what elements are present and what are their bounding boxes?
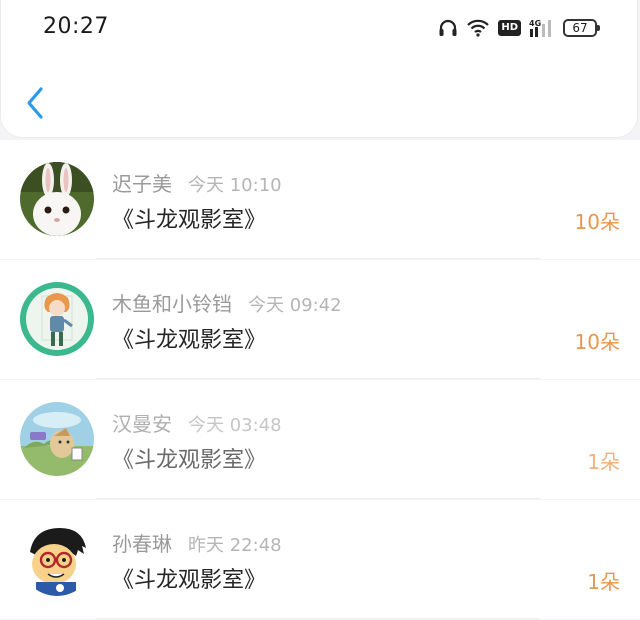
avatar[interactable] bbox=[20, 522, 94, 596]
sender-name: 孙春琳 昨天 22:48 bbox=[112, 532, 282, 556]
headphones-icon bbox=[438, 19, 458, 37]
list-item[interactable]: 汉曼安 今天 03:48 《斗龙观影室》 1朵 bbox=[0, 380, 640, 499]
gift-time: 今天 09:42 bbox=[248, 295, 342, 316]
gift-time: 今天 03:48 bbox=[188, 415, 282, 436]
gift-time: 今天 10:10 bbox=[188, 175, 282, 196]
hd-badge: HD bbox=[498, 20, 521, 36]
status-time: 20:27 bbox=[43, 14, 109, 39]
gift-amount: 10朵 bbox=[574, 210, 620, 234]
gift-title: 《斗龙观影室》 bbox=[112, 208, 267, 233]
glasses-character-avatar-icon bbox=[20, 522, 94, 596]
divider bbox=[96, 618, 540, 619]
gift-title: 《斗龙观影室》 bbox=[112, 328, 267, 353]
gift-time: 昨天 22:48 bbox=[188, 535, 282, 556]
top-bar: 20:27 HD 4G 67 bbox=[0, 0, 638, 138]
status-icons: HD 4G 67 bbox=[438, 14, 600, 42]
divider bbox=[96, 498, 540, 499]
cartoon-scene-avatar-icon bbox=[20, 402, 94, 476]
gift-amount: 1朵 bbox=[587, 450, 620, 474]
anime-girl-avatar-icon bbox=[20, 282, 94, 356]
back-button[interactable] bbox=[25, 86, 47, 120]
avatar[interactable] bbox=[20, 402, 94, 476]
sender-name: 汉曼安 今天 03:48 bbox=[112, 412, 282, 436]
gift-amount: 10朵 bbox=[574, 330, 620, 354]
gift-record-list: 迟子美 今天 10:10 《斗龙观影室》 10朵 木鱼和小铃铛 今天 09:42 《… bbox=[0, 140, 640, 620]
battery-indicator: 67 bbox=[563, 19, 600, 37]
divider bbox=[96, 378, 540, 379]
cellular-signal-icon: 4G bbox=[529, 18, 555, 38]
sender-name: 木鱼和小铃铛 今天 09:42 bbox=[112, 292, 342, 316]
avatar[interactable] bbox=[20, 162, 94, 236]
sender-name: 迟子美 今天 10:10 bbox=[112, 172, 282, 196]
list-item[interactable]: 迟子美 今天 10:10 《斗龙观影室》 10朵 bbox=[0, 140, 640, 259]
network-label: 4G bbox=[529, 19, 541, 28]
rabbit-avatar-icon bbox=[20, 162, 94, 236]
list-item[interactable]: 木鱼和小铃铛 今天 09:42 《斗龙观影室》 10朵 bbox=[0, 260, 640, 379]
divider bbox=[96, 258, 540, 259]
avatar[interactable] bbox=[20, 282, 94, 356]
list-item[interactable]: 孙春琳 昨天 22:48 《斗龙观影室》 1朵 bbox=[0, 500, 640, 619]
battery-level: 67 bbox=[572, 21, 588, 35]
chevron-left-icon bbox=[27, 87, 43, 119]
gift-title: 《斗龙观影室》 bbox=[112, 448, 267, 473]
gift-title: 《斗龙观影室》 bbox=[112, 568, 267, 593]
wifi-icon bbox=[466, 19, 490, 37]
gift-amount: 1朵 bbox=[587, 570, 620, 594]
